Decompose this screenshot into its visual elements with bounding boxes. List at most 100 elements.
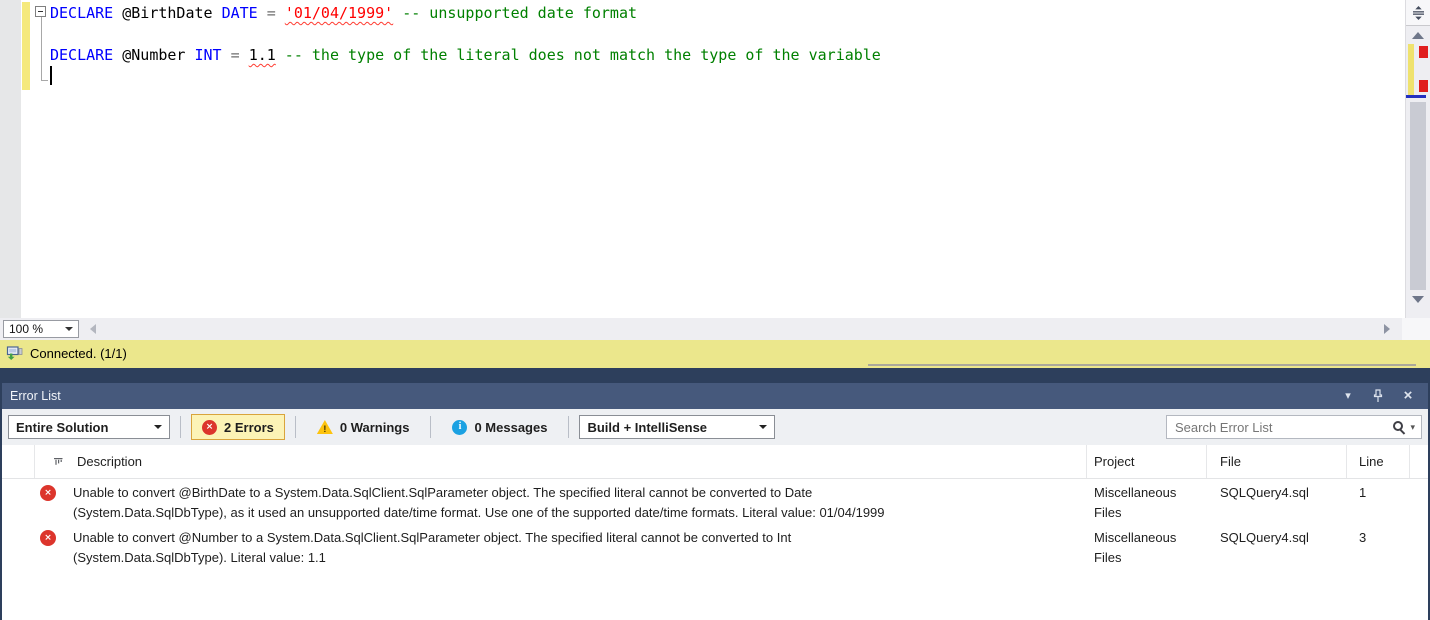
pin-icon[interactable]	[1370, 383, 1386, 409]
sql-operator: =	[230, 46, 249, 64]
toolbar-separator	[430, 416, 432, 438]
zoom-value: 100 %	[9, 322, 44, 336]
sql-keyword: DECLARE	[50, 4, 123, 22]
status-bar-divider	[868, 364, 1416, 366]
messages-filter-label: 0 Messages	[474, 419, 548, 435]
column-file[interactable]: File	[1207, 445, 1347, 478]
scope-filter-value: Entire Solution	[16, 419, 109, 435]
search-error-list-box[interactable]: ▾	[1166, 415, 1422, 439]
toolbar-separator	[180, 416, 181, 438]
track-changes-bar	[22, 2, 30, 90]
editor-bottom-bar: 100 %	[0, 318, 1430, 340]
source-filter-value: Build + IntelliSense	[587, 419, 708, 435]
error-row-2[interactable]: × Unable to convert @Number to a System.…	[2, 524, 1428, 569]
error-icon: ×	[40, 530, 56, 546]
server-connection-icon	[6, 346, 23, 366]
error-description: Unable to convert @BirthDate to a System…	[73, 485, 885, 520]
error-list-title-bar[interactable]: Error List ▾ ×	[2, 383, 1428, 409]
indicator-margin	[0, 0, 21, 318]
sql-type-keyword: INT	[194, 46, 231, 64]
error-file: SQLQuery4.sql	[1220, 530, 1309, 545]
error-line-number: 1	[1359, 485, 1367, 500]
column-project-label: Project	[1094, 454, 1135, 469]
sql-comment: -- the type of the literal does not matc…	[275, 46, 881, 64]
toolbar-separator	[294, 416, 296, 438]
scope-filter-dropdown[interactable]: Entire Solution	[8, 415, 170, 439]
toolbar-separator	[568, 416, 570, 438]
error-row-1[interactable]: × Unable to convert @BirthDate to a Syst…	[2, 479, 1428, 524]
severity-column-icon	[53, 456, 64, 467]
column-description-label: Description	[77, 454, 143, 469]
error-line-number: 3	[1359, 530, 1367, 545]
chevron-down-icon	[759, 425, 768, 429]
sql-variable: @Number	[122, 46, 195, 64]
error-file: SQLQuery4.sql	[1220, 485, 1309, 500]
code-line-3: DECLARE @Number INT = 1.1 -- the type of…	[50, 45, 881, 66]
error-description-cell: × Unable to convert @Number to a System.…	[35, 524, 1087, 569]
scroll-mark-error-2	[1419, 80, 1428, 92]
sql-editor[interactable]: DECLARE @BirthDate DATE = '01/04/1999' -…	[0, 0, 1430, 318]
sql-comment: -- unsupported date format	[393, 4, 638, 22]
column-spacer	[1410, 445, 1428, 478]
scroll-mark-changes	[1408, 44, 1414, 98]
sql-number-literal: 1.1	[248, 46, 276, 64]
error-list-empty-area	[2, 569, 1428, 620]
panel-title: Error List	[10, 389, 61, 403]
column-selector-header[interactable]	[2, 445, 35, 478]
sql-string-literal: '01/04/1999'	[284, 4, 394, 22]
code-line-1: DECLARE @BirthDate DATE = '01/04/1999' -…	[50, 3, 637, 24]
scroll-right-icon[interactable]	[1384, 324, 1390, 334]
messages-filter-button[interactable]: i 0 Messages	[441, 414, 558, 440]
close-icon[interactable]: ×	[1400, 383, 1416, 409]
sql-variable: @BirthDate	[122, 4, 222, 22]
errors-filter-button[interactable]: × 2 Errors	[191, 414, 285, 440]
scroll-down-icon[interactable]	[1412, 296, 1424, 303]
column-line-label: Line	[1359, 454, 1384, 469]
sql-operator: =	[266, 4, 285, 22]
split-editor-handle-icon[interactable]	[1406, 0, 1430, 26]
column-line[interactable]: Line	[1347, 445, 1410, 478]
row-margin	[2, 524, 35, 569]
row-spacer	[1410, 524, 1428, 569]
warning-icon: !	[316, 420, 333, 434]
column-description[interactable]: Description	[35, 445, 1087, 478]
vertical-scrollbar[interactable]	[1405, 0, 1430, 318]
error-table-header: Description Project File Line	[2, 445, 1428, 479]
scroll-mark-error-1	[1419, 46, 1428, 58]
warnings-filter-button[interactable]: ! 0 Warnings	[306, 414, 421, 440]
connection-status-text: Connected. (1/1)	[30, 346, 127, 361]
ssms-window: DECLARE @BirthDate DATE = '01/04/1999' -…	[0, 0, 1430, 620]
scroll-left-icon[interactable]	[90, 324, 96, 334]
warnings-filter-label: 0 Warnings	[339, 419, 410, 435]
scroll-mark-caret	[1406, 95, 1426, 98]
error-description: Unable to convert @Number to a System.Da…	[73, 530, 792, 565]
scrollbar-corner	[1402, 318, 1430, 340]
connection-status-bar: Connected. (1/1)	[0, 340, 1430, 368]
error-project: Miscellaneous Files	[1094, 530, 1177, 565]
row-spacer	[1410, 479, 1428, 524]
search-icon[interactable]	[1392, 420, 1406, 434]
text-caret	[50, 66, 52, 85]
sql-keyword: DECLARE	[50, 46, 123, 64]
window-position-icon[interactable]: ▾	[1340, 383, 1356, 409]
error-list-toolbar: Entire Solution × 2 Errors ! 0 Warnings …	[2, 409, 1428, 445]
column-file-label: File	[1220, 454, 1241, 469]
error-icon: ×	[40, 485, 56, 501]
chevron-down-icon	[65, 327, 73, 331]
fold-guide-line	[41, 17, 48, 81]
scroll-up-icon[interactable]	[1412, 32, 1424, 39]
error-icon: ×	[202, 419, 217, 435]
search-input[interactable]	[1167, 419, 1393, 435]
info-icon: i	[452, 419, 468, 435]
chevron-down-icon	[154, 425, 162, 429]
scrollbar-thumb[interactable]	[1410, 102, 1426, 290]
error-project: Miscellaneous Files	[1094, 485, 1177, 520]
errors-filter-label: 2 Errors	[224, 419, 274, 435]
sql-type-keyword: DATE	[221, 4, 267, 22]
fold-collapse-icon[interactable]	[35, 6, 46, 17]
pane-splitter[interactable]	[0, 368, 1430, 383]
chevron-down-icon[interactable]: ▾	[1406, 422, 1421, 433]
column-project[interactable]: Project	[1087, 445, 1207, 478]
source-filter-dropdown[interactable]: Build + IntelliSense	[579, 415, 776, 439]
zoom-selector[interactable]: 100 %	[3, 320, 79, 338]
